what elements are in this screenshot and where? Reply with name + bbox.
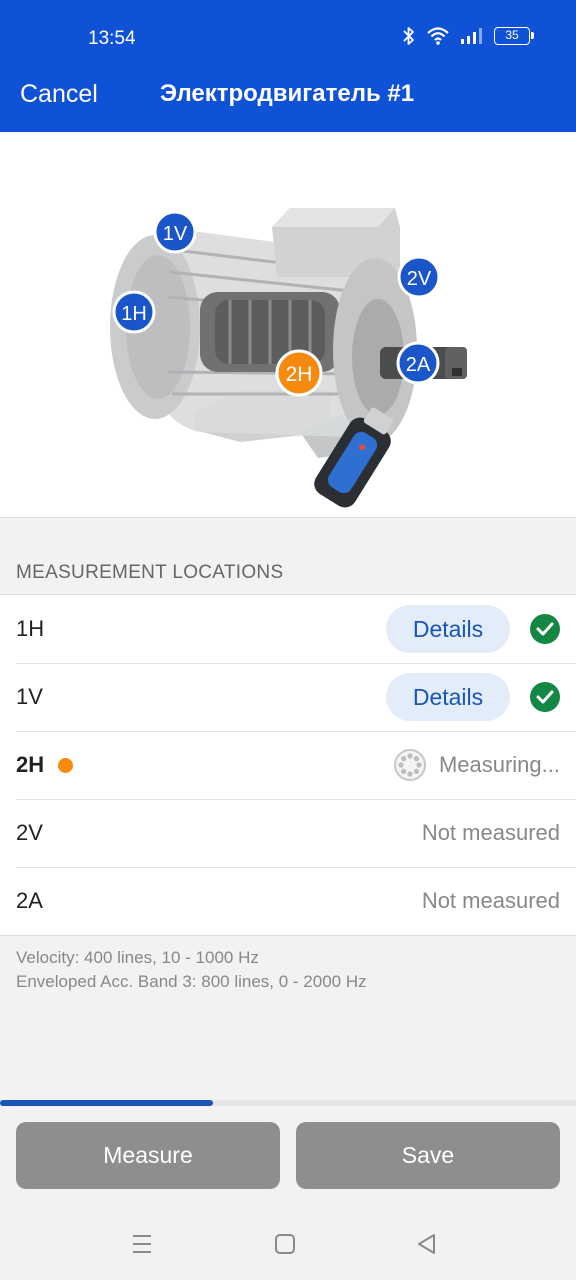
marker-label: 1H — [121, 303, 147, 325]
menu-icon[interactable] — [130, 1232, 154, 1256]
active-dot-icon — [58, 757, 74, 773]
marker-2v: 2V — [397, 255, 441, 299]
envelope-setting: Enveloped Acc. Band 3: 800 lines, 0 - 20… — [16, 972, 367, 991]
details-button[interactable]: Details — [386, 605, 510, 653]
section-title: MEASUREMENT LOCATIONS — [16, 562, 284, 583]
marker-label: 1V — [163, 223, 188, 245]
location-label: 1H — [16, 616, 45, 641]
progress-bar — [0, 1100, 576, 1106]
location-label: 1V — [16, 684, 43, 709]
measurement-settings-note: Velocity: 400 lines, 10 - 1000 Hz Envelo… — [16, 946, 367, 994]
marker-label: 2A — [406, 354, 431, 376]
not-measured-status: Not measured — [421, 820, 560, 845]
status-icons: 35 — [402, 26, 534, 46]
page-title: Электродвигатель #1 — [160, 80, 415, 107]
not-measured-status: Not measured — [421, 888, 560, 913]
list-item[interactable]: 2A Not measured — [0, 867, 576, 935]
bluetooth-icon — [403, 27, 414, 45]
motor-image: 1V 1H 2V 2A 2H — [110, 208, 467, 508]
back-icon[interactable] — [415, 1232, 439, 1256]
system-nav-bar — [0, 1212, 576, 1280]
signal-icon — [461, 28, 482, 44]
marker-2a: 2A — [396, 341, 440, 385]
check-icon — [530, 614, 560, 644]
marker-2h-active: 2H — [275, 349, 323, 397]
velocity-setting: Velocity: 400 lines, 10 - 1000 Hz — [16, 948, 259, 967]
list-item-active[interactable]: 2H Measuring... — [0, 731, 576, 799]
cancel-button[interactable]: Cancel — [20, 80, 98, 109]
list-item[interactable]: 1H Details — [0, 595, 576, 663]
measuring-status: Measuring... — [438, 752, 560, 777]
marker-label: 2V — [407, 268, 432, 290]
status-time: 13:54 — [88, 28, 136, 49]
status-bar: 13:54 35 — [0, 0, 576, 72]
location-label: 2H — [16, 752, 45, 777]
list-item[interactable]: 1V Details — [0, 663, 576, 731]
location-label: 2V — [16, 820, 43, 845]
marker-1h: 1H — [112, 290, 156, 334]
list-item[interactable]: 2V Not measured — [0, 799, 576, 867]
marker-label: 2H — [286, 363, 313, 386]
details-button[interactable]: Details — [386, 673, 510, 721]
spinner-icon — [393, 749, 426, 781]
wifi-icon — [427, 27, 449, 45]
check-icon — [530, 682, 560, 712]
progress-fill — [0, 1100, 214, 1106]
motor-illustration: 1V 1H 2V 2A 2H — [0, 132, 576, 518]
battery-icon: 35 — [494, 27, 534, 45]
measurement-list: 1H Details 1V Details 2H Measuring... 2V… — [0, 594, 576, 936]
measure-button[interactable]: Measure — [16, 1122, 280, 1189]
save-button[interactable]: Save — [296, 1122, 560, 1189]
home-icon[interactable] — [273, 1232, 297, 1256]
marker-1v: 1V — [153, 210, 197, 254]
location-label: 2A — [16, 888, 43, 913]
app-header: 13:54 35 Cancel Электродвигатель #1 — [0, 0, 576, 132]
